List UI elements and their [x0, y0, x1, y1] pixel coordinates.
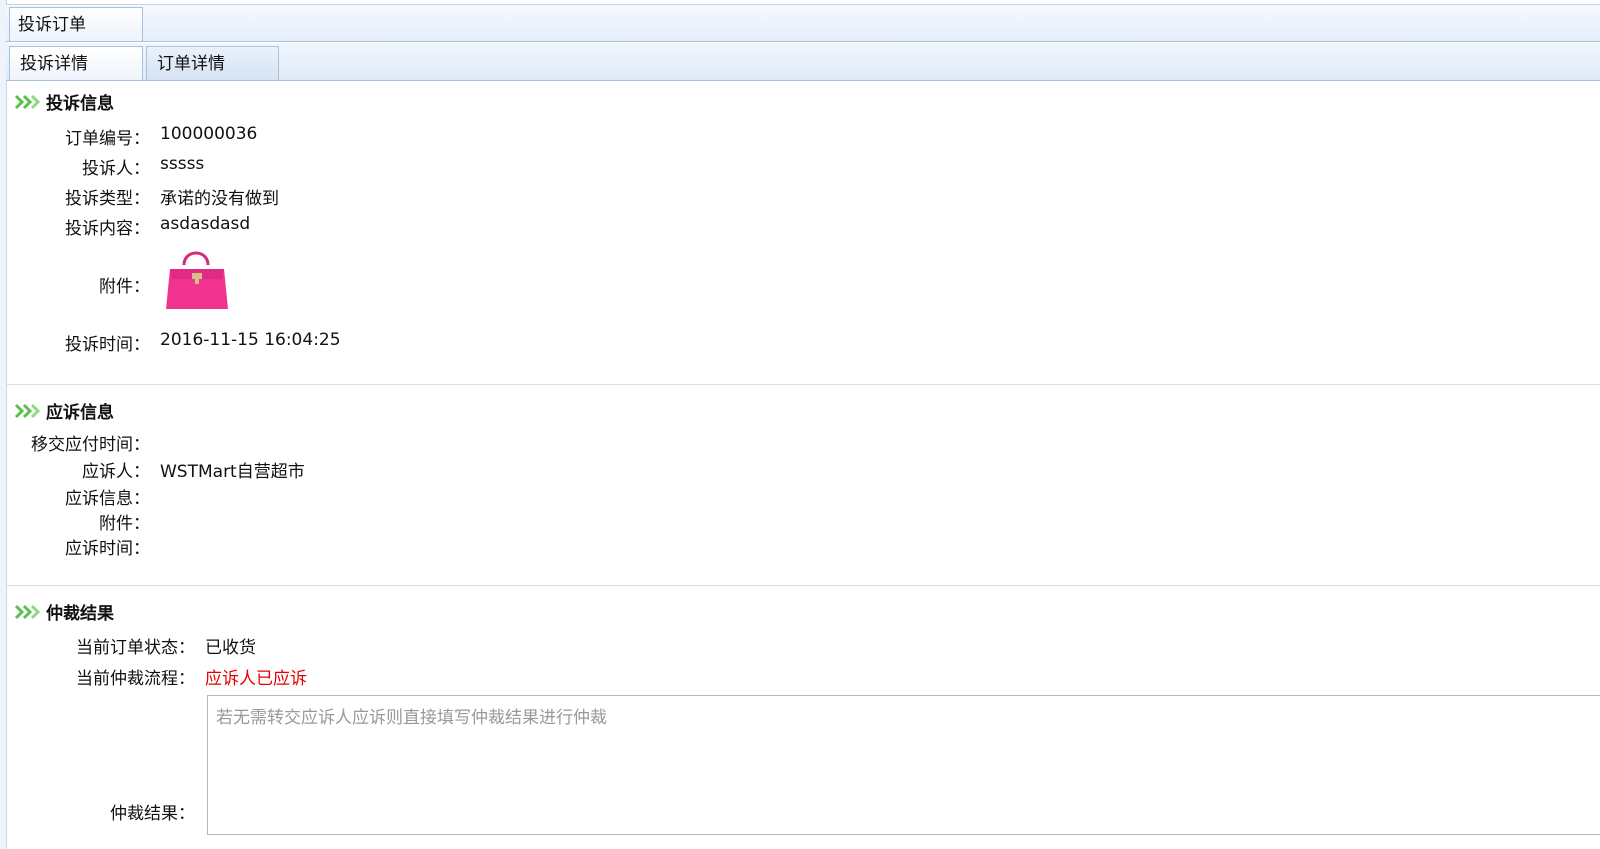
respondent-label: 应诉人： — [82, 462, 150, 482]
complainant-label: 投诉人： — [82, 159, 150, 179]
arbitration-flow-label: 当前仲裁流程： — [76, 669, 195, 689]
attachment-thumbnail-handbag[interactable] — [162, 245, 232, 315]
order-no-value: 100000036 — [160, 124, 258, 144]
double-chevron-icon — [14, 604, 40, 619]
tab-complaint-detail[interactable]: 投诉详情 — [9, 46, 143, 80]
complaint-time-value: 2016-11-15 16:04:25 — [160, 330, 341, 350]
order-status-value: 已收货 — [205, 638, 256, 658]
complaint-attachment-label: 附件： — [99, 277, 150, 297]
response-info-label: 应诉信息： — [65, 489, 150, 509]
complainant-value: sssss — [160, 154, 205, 174]
order-status-label: 当前订单状态： — [76, 638, 195, 658]
complaint-type-value: 承诺的没有做到 — [160, 189, 279, 209]
section-title-text: 仲裁结果 — [46, 604, 114, 624]
complaint-content-value: asdasdasd — [160, 214, 251, 234]
respondent-value: WSTMart自营超市 — [160, 462, 305, 482]
tab-complaint-order[interactable]: 投诉订单 — [9, 7, 143, 41]
section-title-text: 投诉信息 — [46, 94, 114, 114]
double-chevron-icon — [14, 94, 40, 109]
response-attachment-label: 附件： — [99, 514, 150, 534]
arbitration-result-textarea[interactable]: 若无需转交应诉人应诉则直接填写仲裁结果进行仲裁 — [207, 695, 1600, 835]
left-frame-edge — [0, 0, 7, 849]
complaint-content-label: 投诉内容： — [65, 219, 150, 239]
complaint-time-label: 投诉时间： — [65, 335, 150, 355]
section-title-arbitration: 仲裁结果 — [14, 599, 114, 624]
sub-tab-bar: 投诉详情 订单详情 — [6, 43, 1600, 81]
complaint-type-label: 投诉类型： — [65, 189, 150, 209]
section-title-response: 应诉信息 — [14, 398, 114, 423]
response-time-label: 应诉时间： — [65, 539, 150, 559]
transfer-time-label: 移交应付时间： — [31, 435, 150, 455]
section-title-text: 应诉信息 — [46, 403, 114, 423]
arbitration-flow-value: 应诉人已应诉 — [205, 669, 307, 689]
double-chevron-icon — [14, 403, 40, 418]
order-no-label: 订单编号： — [65, 129, 150, 149]
section-divider — [6, 585, 1600, 586]
arbitration-result-label: 仲裁结果： — [110, 804, 195, 824]
top-tab-bar: 投诉订单 — [6, 4, 1600, 42]
tab-order-detail[interactable]: 订单详情 — [146, 46, 279, 80]
section-title-complaint: 投诉信息 — [14, 89, 114, 114]
section-divider — [6, 384, 1600, 385]
